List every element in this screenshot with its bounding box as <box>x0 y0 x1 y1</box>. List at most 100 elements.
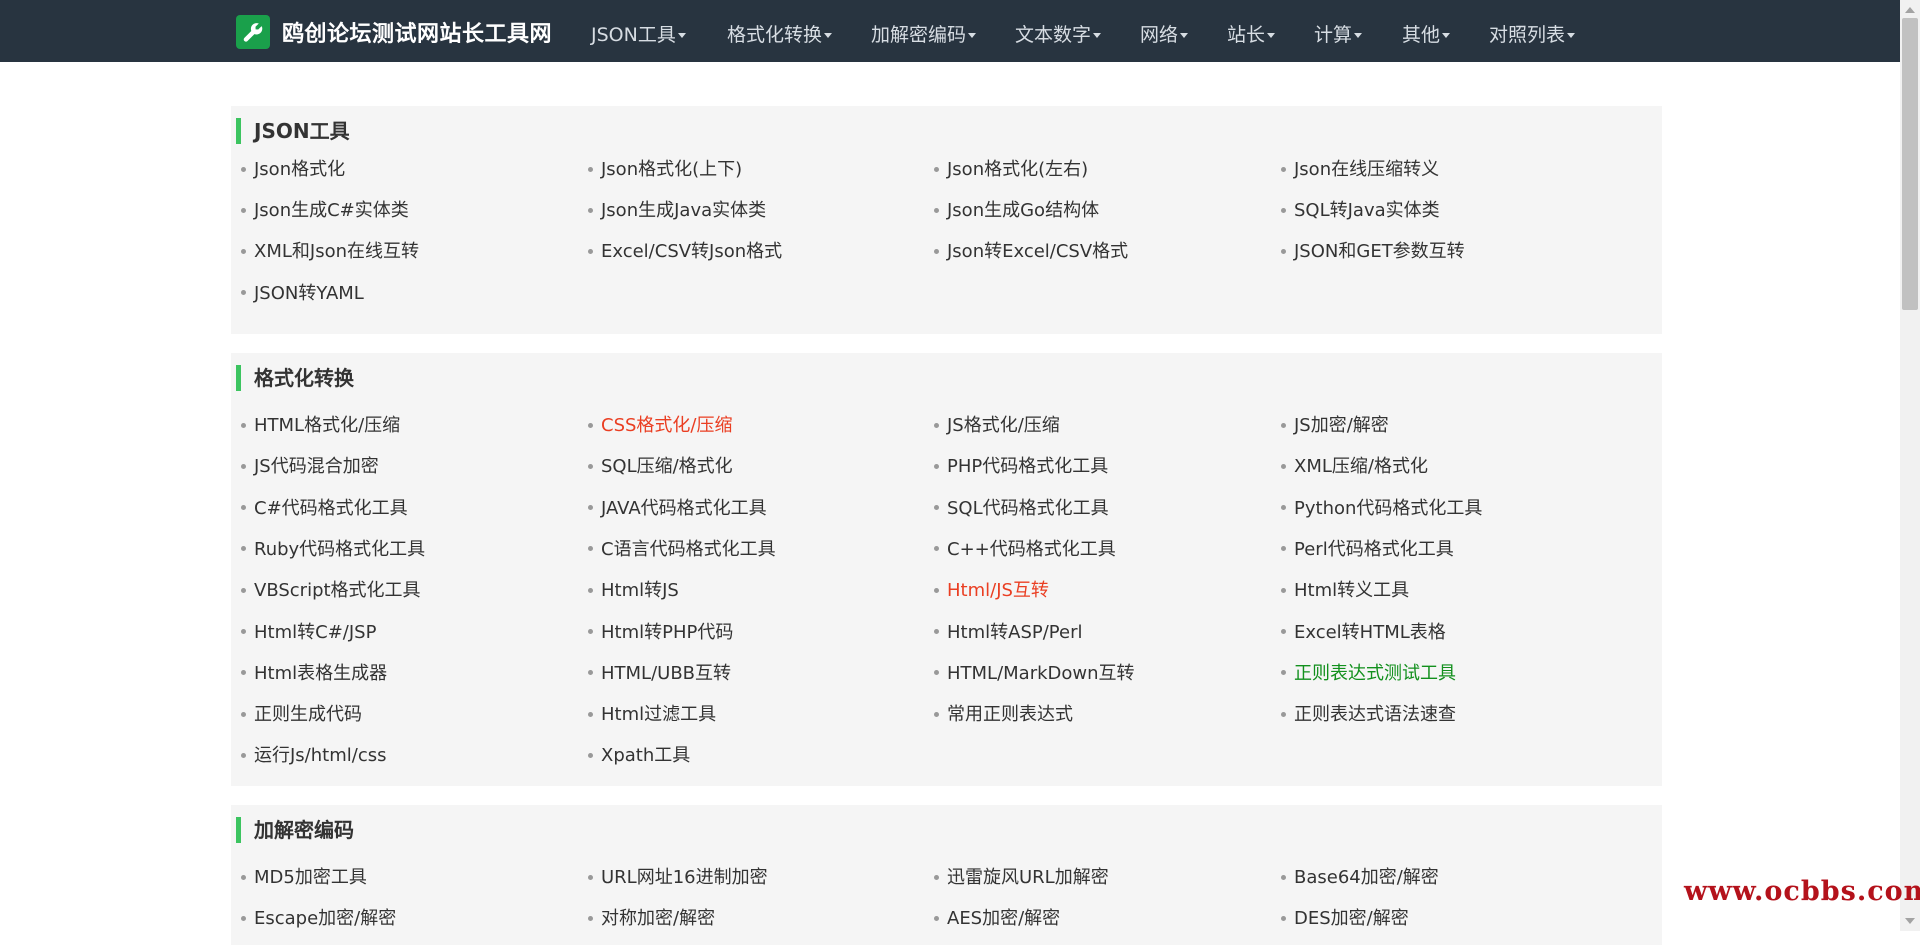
tool-link[interactable]: Html过滤工具 <box>588 703 716 727</box>
tool-link[interactable]: C#代码格式化工具 <box>241 497 408 521</box>
tool-link[interactable]: Json转Excel/CSV格式 <box>934 240 1128 264</box>
nav-webmaster[interactable]: 站长 <box>1227 20 1276 47</box>
tool-link[interactable]: JS格式化/压缩 <box>934 414 1060 438</box>
bullet-dot-icon <box>241 505 246 511</box>
scroll-up-arrow-icon[interactable] <box>1905 7 1915 13</box>
tool-link-label: SQL压缩/格式化 <box>601 456 733 478</box>
tool-link[interactable]: C语言代码格式化工具 <box>588 538 776 562</box>
tool-link[interactable]: Json格式化(左右) <box>934 158 1088 182</box>
tool-link[interactable]: Json生成C#实体类 <box>241 199 409 223</box>
tool-link[interactable]: Xpath工具 <box>588 744 690 768</box>
tool-link[interactable]: JS代码混合加密 <box>241 455 379 479</box>
nav-text-number[interactable]: 文本数字 <box>1015 20 1102 47</box>
bullet-dot-icon <box>1281 711 1286 717</box>
nav-encrypt-encode[interactable]: 加解密编码 <box>871 20 977 47</box>
bullet-dot-icon <box>241 915 246 921</box>
tool-link[interactable]: 正则表达式测试工具 <box>1281 662 1456 686</box>
tool-link[interactable]: 正则表达式语法速查 <box>1281 703 1456 727</box>
tool-link-label: MD5加密工具 <box>254 867 367 888</box>
tool-link[interactable]: SQL转Java实体类 <box>1281 199 1440 223</box>
tool-link[interactable]: Html转ASP/Perl <box>934 621 1082 645</box>
tool-link-label: Html过滤工具 <box>601 704 717 726</box>
nav-reference-list[interactable]: 对照列表 <box>1489 20 1576 47</box>
tool-link[interactable]: PHP代码格式化工具 <box>934 455 1108 479</box>
tool-link-label: Base64加密/解密 <box>1294 867 1439 888</box>
tool-link[interactable]: DES加密/解密 <box>1281 907 1409 931</box>
tool-link[interactable]: Json生成Java实体类 <box>588 199 766 223</box>
nav-format-convert[interactable]: 格式化转换 <box>727 20 833 47</box>
tool-link-label: 正则表达式测试工具 <box>1294 662 1456 684</box>
tool-link-label: PHP代码格式化工具 <box>947 456 1109 478</box>
tool-link[interactable]: HTML/UBB互转 <box>588 662 731 686</box>
tool-link[interactable]: Excel转HTML表格 <box>1281 621 1446 645</box>
bullet-dot-icon <box>241 290 246 296</box>
tool-link[interactable]: XML压缩/格式化 <box>1281 455 1428 479</box>
bullet-dot-icon <box>934 505 939 511</box>
nav-other[interactable]: 其他 <box>1402 20 1451 47</box>
caret-down-icon <box>968 33 977 38</box>
tool-link[interactable]: Json格式化(上下) <box>588 158 742 182</box>
scroll-down-arrow-icon[interactable] <box>1905 918 1915 924</box>
tool-link[interactable]: Html转义工具 <box>1281 579 1409 603</box>
bullet-dot-icon <box>241 670 246 676</box>
nav-label: 对照列表 <box>1489 24 1566 46</box>
tool-link[interactable]: 运行Js/html/css <box>241 744 386 768</box>
bullet-dot-icon <box>1281 505 1286 511</box>
tool-link[interactable]: JS加密/解密 <box>1281 414 1389 438</box>
tool-link-label: Json转Excel/CSV格式 <box>947 241 1129 263</box>
bullet-dot-icon <box>934 166 939 172</box>
tool-link[interactable]: Base64加密/解密 <box>1281 866 1439 890</box>
tool-link[interactable]: Json在线压缩转义 <box>1281 158 1439 182</box>
bullet-dot-icon <box>1281 874 1286 880</box>
tool-link[interactable]: SQL代码格式化工具 <box>934 497 1109 521</box>
tool-link[interactable]: Perl代码格式化工具 <box>1281 538 1454 562</box>
tool-link[interactable]: 常用正则表达式 <box>934 703 1073 727</box>
tool-link[interactable]: Excel/CSV转Json格式 <box>588 240 782 264</box>
bullet-dot-icon <box>934 711 939 717</box>
tool-link[interactable]: 迅雷旋风URL加解密 <box>934 866 1109 890</box>
tool-link[interactable]: 正则生成代码 <box>241 703 362 727</box>
section-format-convert: 格式化转换 HTML格式化/压缩 CSS格式化/压缩 JS格式化/压缩 JS加密/解密… <box>231 353 1662 786</box>
tool-link[interactable]: Python代码格式化工具 <box>1281 497 1482 521</box>
nav-json-tools[interactable]: JSON工具 <box>591 20 686 47</box>
tool-link[interactable]: XML和Json在线互转 <box>241 240 419 264</box>
tool-link-label: SQL代码格式化工具 <box>947 497 1109 519</box>
tool-link[interactable]: 对称加密/解密 <box>588 907 715 931</box>
tool-link[interactable]: C++代码格式化工具 <box>934 538 1116 562</box>
scrollbar-thumb[interactable] <box>1902 18 1918 310</box>
caret-down-icon <box>1267 33 1276 38</box>
tool-link[interactable]: URL网址16进制加密 <box>588 866 768 890</box>
nav-calculate[interactable]: 计算 <box>1314 20 1363 47</box>
tool-link-label: Excel转HTML表格 <box>1294 621 1446 643</box>
nav-label: 计算 <box>1314 24 1353 46</box>
tool-link-label: C++代码格式化工具 <box>947 538 1116 560</box>
tool-link[interactable]: Json格式化 <box>241 158 345 182</box>
caret-down-icon <box>824 33 833 38</box>
tool-link[interactable]: AES加密/解密 <box>934 907 1060 931</box>
tool-link-label: JS代码混合加密 <box>254 456 379 478</box>
tool-link[interactable]: Html转JS <box>588 579 679 603</box>
tool-link[interactable]: JAVA代码格式化工具 <box>588 497 767 521</box>
tool-link[interactable]: Html转PHP代码 <box>588 621 733 645</box>
tool-link[interactable]: Html转C#/JSP <box>241 621 376 645</box>
nav-network[interactable]: 网络 <box>1140 20 1189 47</box>
tool-link[interactable]: HTML格式化/压缩 <box>241 414 400 438</box>
caret-down-icon <box>1442 33 1451 38</box>
site-brand[interactable]: 鸥创论坛测试网站长工具网 <box>236 15 552 49</box>
tool-link[interactable]: Escape加密/解密 <box>241 907 396 931</box>
tool-link[interactable]: MD5加密工具 <box>241 866 367 890</box>
tool-link[interactable]: SQL压缩/格式化 <box>588 455 733 479</box>
bullet-dot-icon <box>241 166 246 172</box>
tool-link[interactable]: Json生成Go结构体 <box>934 199 1099 223</box>
tool-link[interactable]: Html/JS互转 <box>934 579 1049 603</box>
tool-link[interactable]: Html表格生成器 <box>241 662 387 686</box>
tool-link[interactable]: HTML/MarkDown互转 <box>934 662 1135 686</box>
tool-link[interactable]: VBScript格式化工具 <box>241 579 421 603</box>
tool-link-label: Escape加密/解密 <box>254 908 397 929</box>
tool-link-label: Json格式化(上下) <box>601 159 743 180</box>
tool-link[interactable]: JSON和GET参数互转 <box>1281 240 1465 264</box>
tool-link[interactable]: JSON转YAML <box>241 282 364 306</box>
tool-link[interactable]: Ruby代码格式化工具 <box>241 538 425 562</box>
tool-link[interactable]: CSS格式化/压缩 <box>588 414 732 438</box>
tool-link-label: Json格式化 <box>254 159 346 180</box>
